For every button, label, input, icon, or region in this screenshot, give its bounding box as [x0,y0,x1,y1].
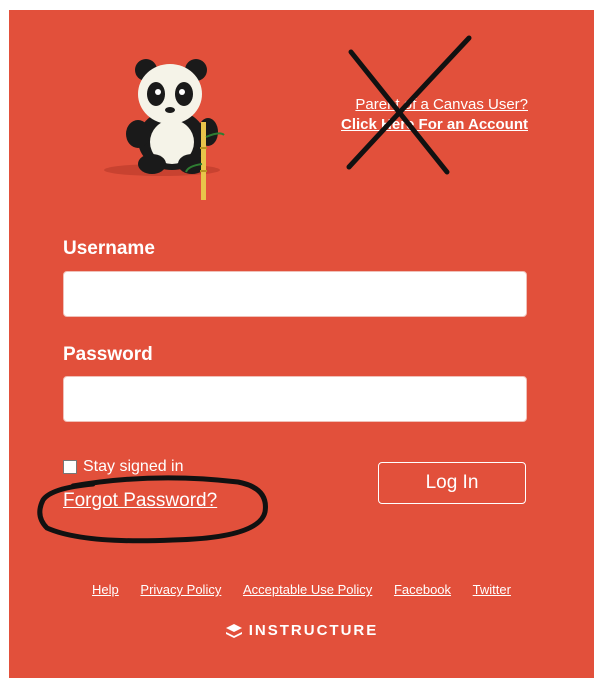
instructure-brand: INSTRUCTURE [9,622,594,639]
footer-link-twitter[interactable]: Twitter [473,582,511,597]
panda-mascot-icon [104,59,225,200]
password-input[interactable] [63,376,527,422]
parent-link[interactable]: Parent of a Canvas User? [341,95,528,115]
instructure-wordmark: INSTRUCTURE [248,622,379,639]
parent-account-link[interactable]: Click Here For an Account [341,115,528,135]
footer-link-help[interactable]: Help [92,582,119,597]
stay-signed-in-checkbox[interactable] [63,460,77,474]
password-label: Password [63,344,153,365]
parent-account-links: Parent of a Canvas User? Click Here For … [341,95,528,135]
stay-signed-in-label: Stay signed in [83,458,184,475]
forgot-password-link[interactable]: Forgot Password? [63,490,217,512]
footer-links: Help Privacy Policy Acceptable Use Polic… [9,582,594,597]
instructure-logo-icon [225,623,242,638]
login-panel: Parent of a Canvas User? Click Here For … [9,10,594,678]
footer-link-privacy[interactable]: Privacy Policy [140,582,221,597]
login-button[interactable]: Log In [378,462,526,504]
username-input[interactable] [63,271,527,317]
stay-signed-in[interactable]: Stay signed in [63,457,184,477]
footer-link-acceptable-use[interactable]: Acceptable Use Policy [243,582,372,597]
footer-link-facebook[interactable]: Facebook [394,582,451,597]
username-label: Username [63,238,155,259]
